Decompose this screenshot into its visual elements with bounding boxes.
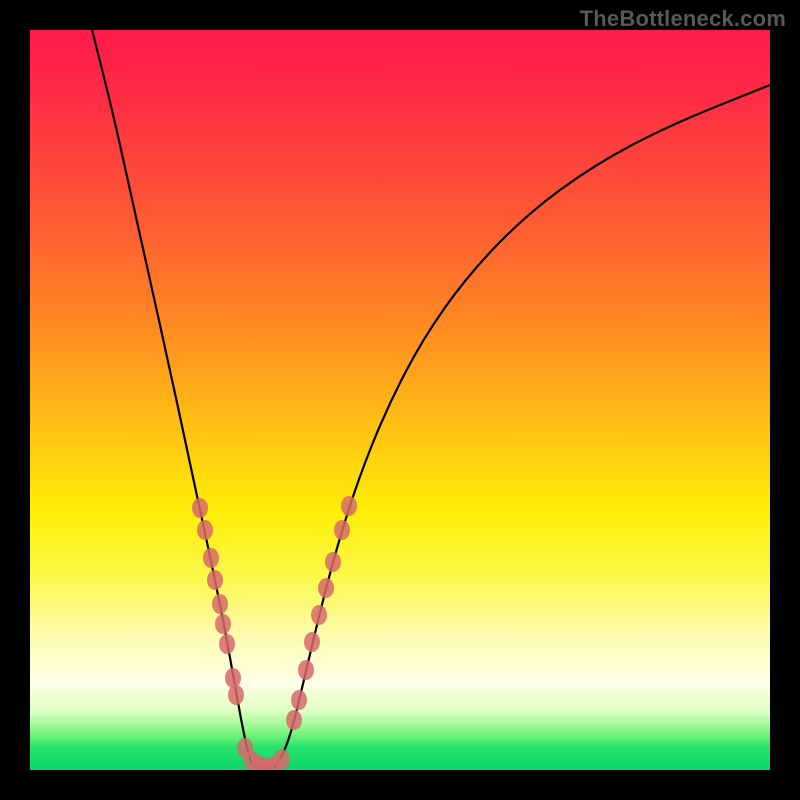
scatter-dot	[219, 634, 235, 654]
valley-dots	[237, 738, 290, 770]
curve-layer	[30, 30, 770, 770]
scatter-dot	[274, 749, 290, 769]
scatter-dot	[203, 548, 219, 568]
right-curve	[275, 85, 770, 767]
scatter-dot	[318, 578, 334, 598]
scatter-dot	[311, 605, 327, 625]
scatter-dot	[298, 660, 314, 680]
left-dots	[192, 498, 244, 705]
scatter-dot	[325, 552, 341, 572]
scatter-dot	[291, 690, 307, 710]
watermark-text: TheBottleneck.com	[580, 6, 786, 32]
scatter-dot	[215, 614, 231, 634]
right-dots	[286, 496, 357, 730]
scatter-dot	[212, 594, 228, 614]
scatter-dot	[207, 570, 223, 590]
scatter-dot	[286, 710, 302, 730]
scatter-dot	[225, 668, 241, 688]
left-curve	[92, 30, 255, 767]
chart-frame: TheBottleneck.com	[0, 0, 800, 800]
plot-area	[30, 30, 770, 770]
scatter-dot	[192, 498, 208, 518]
scatter-dot	[341, 496, 357, 516]
scatter-dot	[304, 632, 320, 652]
scatter-dot	[334, 520, 350, 540]
scatter-dot	[228, 685, 244, 705]
scatter-dot	[197, 520, 213, 540]
